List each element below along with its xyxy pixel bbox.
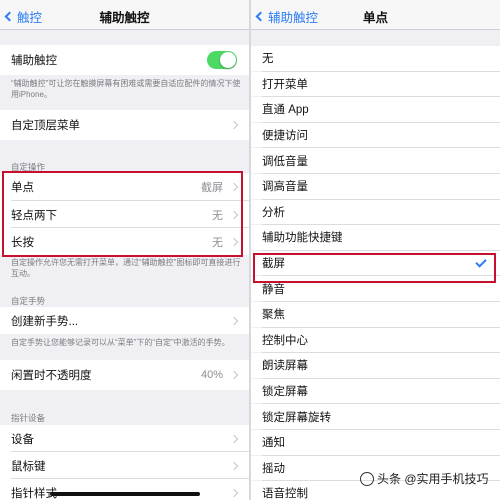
- option-label: 辅助功能快捷键: [262, 232, 343, 245]
- chevron-right-icon: [229, 434, 239, 443]
- pointer-style-row[interactable]: 指针样式: [0, 479, 249, 500]
- assistive-touch-settings-screen: 触控 辅助触控 辅助触控 “辅助触控”可让您在触摸屏幕有困难或需要自适应配件的情…: [0, 0, 249, 500]
- option-row[interactable]: 分析: [251, 199, 500, 225]
- option-label: 朗读屏幕: [262, 360, 308, 373]
- custom-gestures-description: 自定手势让您能够记录可以从“菜单”下的“自定”中激活的手势。: [11, 338, 230, 347]
- watermark: 头条 @实用手机技巧: [360, 470, 489, 487]
- devices-row[interactable]: 设备: [0, 425, 249, 452]
- option-label: 打开菜单: [262, 78, 308, 91]
- double-tap-value: 无: [212, 209, 223, 222]
- chevron-right-icon: [229, 461, 239, 470]
- option-label: 静音: [262, 283, 285, 296]
- single-tap-label: 单点: [11, 182, 34, 194]
- mouse-keys-row[interactable]: 鼠标键: [0, 452, 249, 479]
- option-row[interactable]: 调低音量: [251, 148, 500, 173]
- switch-knob: [220, 52, 236, 68]
- chevron-right-icon: [229, 210, 239, 219]
- long-press-value: 无: [212, 236, 223, 249]
- navigation-bar: 辅助触控 单点: [251, 0, 500, 30]
- custom-gestures-header: 自定手势: [11, 296, 46, 306]
- option-row[interactable]: 直通 App: [251, 97, 500, 122]
- chevron-right-icon: [229, 370, 239, 380]
- option-row[interactable]: 控制中心: [251, 327, 500, 353]
- idle-opacity-row[interactable]: 闲置时不透明度 40%: [0, 360, 249, 390]
- custom-actions-header: 自定操作: [11, 162, 46, 172]
- option-label: 无: [262, 53, 274, 66]
- chevron-right-icon: [229, 488, 239, 497]
- option-row[interactable]: 截屏: [251, 250, 500, 276]
- checkmark-icon: [475, 255, 487, 268]
- chevron-right-icon: [229, 182, 239, 192]
- option-label: 便捷访问: [262, 130, 308, 143]
- option-label: 分析: [262, 206, 285, 219]
- option-label: 语音控制: [262, 488, 308, 500]
- single-tap-row[interactable]: 单点 截屏: [0, 173, 249, 201]
- custom-actions-description: 自定操作允许您无需打开菜单，通过“辅助触控”图标即可直接进行互动。: [11, 258, 241, 278]
- chevron-left-icon: [4, 11, 15, 22]
- option-row[interactable]: 无: [251, 46, 500, 71]
- chevron-right-icon: [229, 316, 239, 325]
- option-row[interactable]: 打开菜单: [251, 71, 500, 97]
- assistive-touch-label: 辅助触控: [11, 55, 57, 67]
- option-label: 调低音量: [262, 155, 308, 168]
- mouse-keys-label: 鼠标键: [11, 460, 46, 473]
- toutiao-logo-icon: [360, 471, 374, 486]
- assistive-touch-toggle-row[interactable]: 辅助触控: [0, 45, 249, 75]
- navigation-bar: 触控 辅助触控: [0, 0, 249, 30]
- option-row[interactable]: 静音: [251, 276, 500, 301]
- chevron-right-icon: [229, 237, 239, 246]
- chevron-left-icon: [255, 11, 266, 22]
- create-new-gesture-label: 创建新手势...: [11, 315, 79, 328]
- assistive-touch-description: “辅助触控”可让您在触摸屏幕有困难或需要自适应配件的情况下使用iPhone。: [11, 79, 241, 99]
- chevron-right-icon: [229, 120, 239, 130]
- option-label: 控制中心: [262, 334, 308, 347]
- assistive-touch-switch[interactable]: [207, 51, 237, 69]
- back-button[interactable]: 辅助触控: [255, 7, 318, 26]
- option-row[interactable]: 通知: [251, 430, 500, 455]
- single-tap-value: 截屏: [201, 182, 223, 194]
- long-press-label: 长按: [11, 236, 34, 249]
- option-row[interactable]: 便捷访问: [251, 122, 500, 148]
- option-row[interactable]: 调高音量: [251, 174, 500, 199]
- back-button-label: 触控: [17, 11, 43, 25]
- watermark-text: 头条 @实用手机技巧: [377, 472, 489, 486]
- single-tap-options-screen: 辅助触控 单点 无打开菜单直通 App 便捷访问调低音量调高音量分析辅助功能快捷键…: [251, 0, 500, 500]
- option-row[interactable]: 锁定屏幕: [251, 378, 500, 404]
- pointer-devices-header: 指针设备: [11, 413, 46, 423]
- option-label: 聚焦: [262, 309, 285, 322]
- double-tap-label: 轻点两下: [11, 209, 57, 222]
- option-row[interactable]: 锁定屏幕旋转: [251, 404, 500, 429]
- customize-top-menu-row[interactable]: 自定顶层菜单: [0, 110, 249, 140]
- option-label: 截屏: [262, 258, 285, 271]
- option-label: 锁定屏幕旋转: [262, 411, 331, 424]
- double-tap-row[interactable]: 轻点两下 无: [0, 201, 249, 228]
- option-row[interactable]: 辅助功能快捷键: [251, 225, 500, 250]
- back-button[interactable]: 触控: [4, 7, 42, 26]
- option-label: 直通 App: [262, 104, 309, 117]
- idle-opacity-value: 40%: [200, 369, 223, 381]
- home-indicator: [50, 492, 200, 496]
- back-button-label: 辅助触控: [268, 11, 319, 25]
- idle-opacity-label: 闲置时不透明度: [11, 370, 92, 382]
- option-label: 通知: [262, 437, 285, 450]
- option-row[interactable]: 聚焦: [251, 302, 500, 327]
- option-row[interactable]: 朗读屏幕: [251, 353, 500, 378]
- option-label: 调高音量: [262, 181, 308, 194]
- customize-top-menu-label: 自定顶层菜单: [11, 120, 80, 132]
- create-new-gesture-row[interactable]: 创建新手势...: [0, 307, 249, 334]
- devices-label: 设备: [11, 433, 34, 446]
- option-label: 锁定屏幕: [262, 386, 308, 399]
- long-press-row[interactable]: 长按 无: [0, 228, 249, 255]
